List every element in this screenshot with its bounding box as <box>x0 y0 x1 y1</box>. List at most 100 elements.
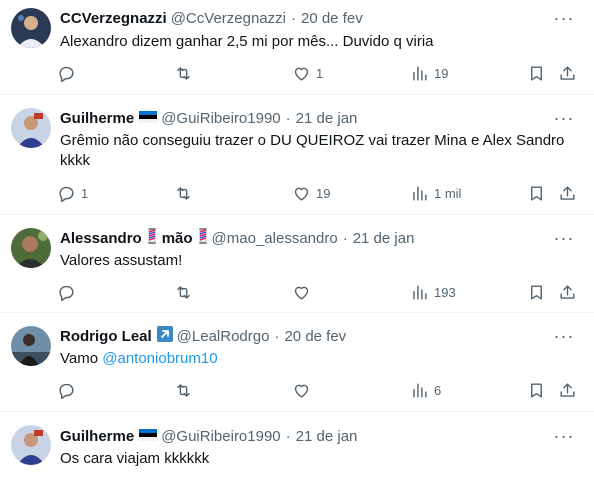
tweet[interactable]: Rodrigo Leal @LealRodrgo · 20 de fev ···… <box>0 313 594 412</box>
more-icon[interactable]: ··· <box>554 108 574 128</box>
tweet-text: Grêmio não conseguiu trazer o DU QUEIROZ… <box>60 132 565 169</box>
separator-dot: · <box>290 9 296 27</box>
like-button[interactable] <box>292 380 316 400</box>
tweet[interactable]: Guilherme @GuiRibeiro1990 · 21 de jan ··… <box>0 95 594 215</box>
share-icon <box>560 382 575 397</box>
like-button[interactable]: 19 <box>292 183 330 203</box>
display-name[interactable]: Rodrigo Leal <box>60 328 152 345</box>
estonia-flag-icon <box>139 428 158 445</box>
reply-button[interactable]: 1 <box>57 183 88 203</box>
reply-count: 1 <box>81 185 89 201</box>
tweet-text: Os cara viajam kkkkkk <box>60 450 210 467</box>
tweet-text-body: Vamo <box>60 350 103 367</box>
like-icon <box>294 286 309 300</box>
tweet-date[interactable]: 20 de fev <box>301 10 363 27</box>
retweet-button[interactable] <box>174 183 198 203</box>
user-handle[interactable]: @CcVerzegnazzi <box>171 10 286 27</box>
tweet-header: Rodrigo Leal @LealRodrgo · 20 de fev <box>60 326 346 346</box>
views-icon <box>413 382 427 398</box>
tweet-text: Alexandro dizem ganhar 2,5 mi por mês...… <box>60 33 434 50</box>
bookmark-button[interactable] <box>527 183 546 203</box>
user-handle[interactable]: @mao_alessandro <box>212 230 338 247</box>
views-button[interactable]: 19 <box>410 63 448 83</box>
bookmark-icon <box>531 185 542 201</box>
retweet-icon <box>177 383 190 397</box>
avatar[interactable] <box>11 425 51 465</box>
arrow-up-right-icon <box>156 326 173 346</box>
more-icon[interactable]: ··· <box>554 228 574 248</box>
retweet-icon <box>177 66 190 80</box>
separator-dot: · <box>274 327 280 345</box>
tweet-date[interactable]: 21 de jan <box>353 230 415 247</box>
tweet-date[interactable]: 21 de jan <box>296 428 358 445</box>
estonia-flag-icon <box>139 110 158 127</box>
view-count: 19 <box>434 65 449 81</box>
tweet-actions: 1 19 <box>57 63 582 83</box>
tweet[interactable]: Guilherme @GuiRibeiro1990 · 21 de jan ··… <box>0 412 594 477</box>
separator-dot: · <box>285 109 291 127</box>
barber-pole-icon <box>198 228 208 248</box>
reply-icon <box>59 186 74 202</box>
user-handle[interactable]: @LealRodrgo <box>177 328 270 345</box>
reply-button[interactable] <box>57 282 81 302</box>
tweet[interactable]: CCVerzegnazzi @CcVerzegnazzi · 20 de fev… <box>0 0 594 95</box>
like-count: 1 <box>316 65 324 81</box>
like-button[interactable]: 1 <box>292 63 323 83</box>
tweet-actions: 193 <box>57 282 582 302</box>
avatar[interactable] <box>11 326 51 366</box>
retweet-icon <box>177 186 190 200</box>
like-button[interactable] <box>292 282 316 302</box>
bookmark-icon <box>531 65 542 81</box>
avatar[interactable] <box>11 8 51 48</box>
avatar[interactable] <box>11 108 51 148</box>
retweet-button[interactable] <box>174 282 198 302</box>
reply-icon <box>59 66 74 82</box>
tweet-header: Guilherme @GuiRibeiro1990 · 21 de jan <box>60 426 357 446</box>
tweet-actions: 1 19 1 mil <box>57 183 582 203</box>
reply-icon <box>59 383 74 399</box>
share-button[interactable] <box>558 380 577 400</box>
views-icon <box>413 284 427 300</box>
reply-feed: CCVerzegnazzi @CcVerzegnazzi · 20 de fev… <box>0 0 594 477</box>
share-icon <box>560 284 575 299</box>
barber-pole-icon <box>147 228 157 248</box>
avatar[interactable] <box>11 228 51 268</box>
display-name[interactable]: CCVerzegnazzi <box>60 10 167 27</box>
views-icon <box>413 65 427 81</box>
retweet-button[interactable] <box>174 380 198 400</box>
share-button[interactable] <box>558 282 577 302</box>
tweet-header: Alessandro mão @mao_alessandro · 21 de j… <box>60 228 414 248</box>
reply-button[interactable] <box>57 63 81 83</box>
share-icon <box>560 185 575 200</box>
share-button[interactable] <box>558 183 577 203</box>
tweet-text: Valores assustam! <box>60 252 183 269</box>
display-name[interactable]: Guilherme <box>60 110 134 127</box>
display-name-suffix[interactable]: mão <box>162 230 193 247</box>
tweet[interactable]: Alessandro mão @mao_alessandro · 21 de j… <box>0 215 594 313</box>
mention-link[interactable]: @antoniobrum10 <box>102 350 217 367</box>
share-button[interactable] <box>558 63 577 83</box>
retweet-icon <box>177 285 190 299</box>
views-icon <box>413 185 427 201</box>
views-button[interactable]: 193 <box>410 282 456 302</box>
view-count: 1 mil <box>434 185 462 201</box>
reply-button[interactable] <box>57 380 81 400</box>
tweet-header: Guilherme @GuiRibeiro1990 · 21 de jan <box>60 108 357 128</box>
tweet-date[interactable]: 21 de jan <box>296 110 358 127</box>
bookmark-button[interactable] <box>527 282 546 302</box>
tweet-date[interactable]: 20 de fev <box>284 328 346 345</box>
bookmark-button[interactable] <box>527 63 546 83</box>
more-icon[interactable]: ··· <box>554 8 574 28</box>
tweet-header: CCVerzegnazzi @CcVerzegnazzi · 20 de fev <box>60 8 363 28</box>
user-handle[interactable]: @GuiRibeiro1990 <box>161 428 280 445</box>
retweet-button[interactable] <box>174 63 198 83</box>
more-icon[interactable]: ··· <box>554 326 574 346</box>
display-name[interactable]: Guilherme <box>60 428 134 445</box>
bookmark-button[interactable] <box>527 380 546 400</box>
display-name[interactable]: Alessandro <box>60 230 142 247</box>
views-button[interactable]: 1 mil <box>410 183 461 203</box>
views-button[interactable]: 6 <box>410 380 441 400</box>
user-handle[interactable]: @GuiRibeiro1990 <box>161 110 280 127</box>
more-icon[interactable]: ··· <box>554 426 574 446</box>
like-icon <box>294 187 309 201</box>
